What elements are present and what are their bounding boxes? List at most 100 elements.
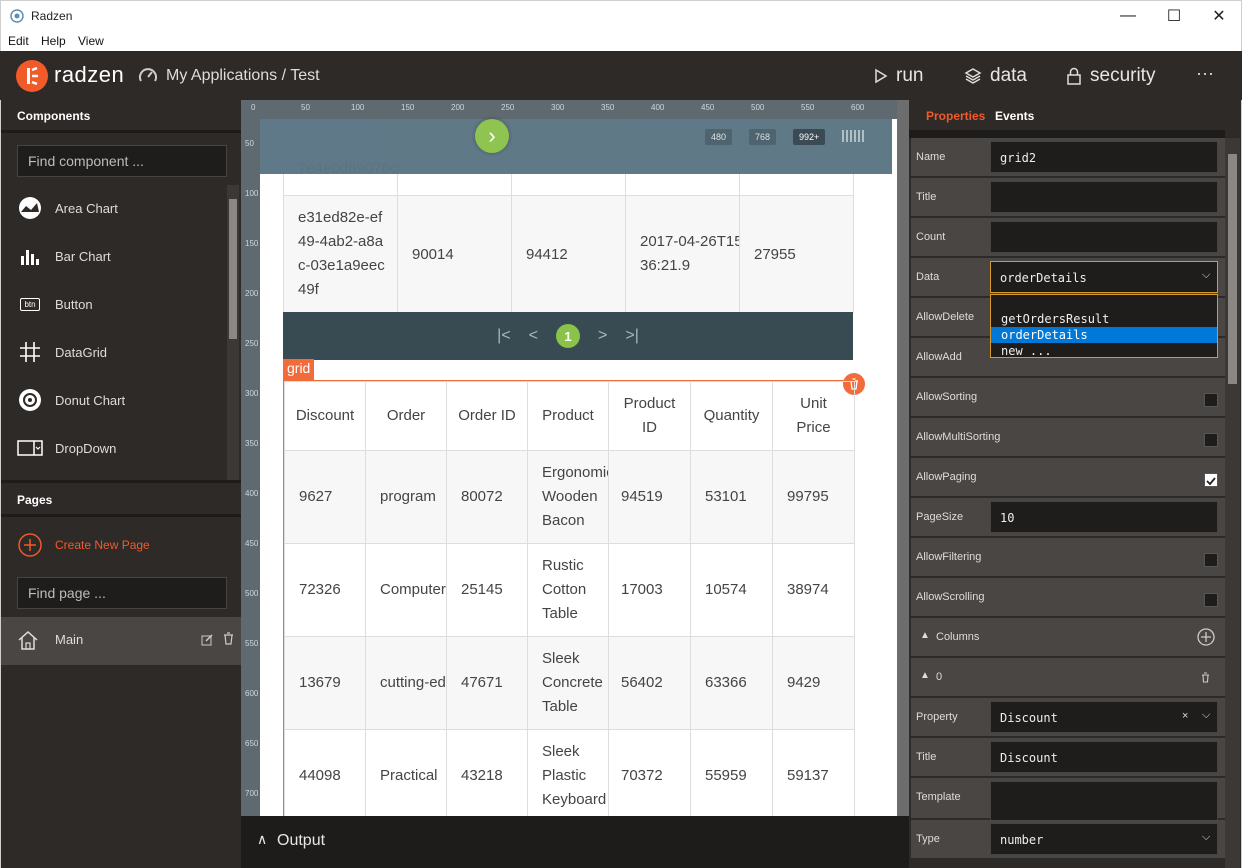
tab-properties[interactable]: Properties: [926, 109, 985, 123]
dropdown-option[interactable]: getOrdersResult: [991, 311, 1217, 327]
property-checkbox[interactable]: [1204, 433, 1218, 447]
dropdown-option[interactable]: new ...: [991, 343, 1217, 359]
menu-edit[interactable]: Edit: [8, 34, 29, 48]
property-input[interactable]: number: [990, 823, 1218, 855]
device-992-button[interactable]: 992+: [793, 129, 826, 145]
data-button[interactable]: data: [964, 65, 1027, 87]
column-header[interactable]: Discount: [284, 381, 366, 451]
donut-chart-icon: [17, 389, 43, 411]
column-header[interactable]: Unit Price: [772, 381, 855, 451]
property-checkbox[interactable]: [1204, 553, 1218, 567]
add-column-icon[interactable]: [1197, 628, 1215, 646]
column-header[interactable]: Order ID: [446, 381, 528, 451]
ruler-vertical: 50 100 150 200 250 300 350 400 450 500 550 600 650 70…: [241, 119, 260, 816]
fluid-width-icon[interactable]: [841, 128, 865, 144]
grid-tag[interactable]: grid: [283, 359, 315, 380]
property-label: AllowScrolling: [916, 591, 985, 603]
minimize-button[interactable]: —: [1105, 1, 1151, 31]
datagrid-table[interactable]: Discount Order Order ID Product Product …: [284, 381, 855, 816]
prev-page-icon[interactable]: <: [529, 327, 538, 345]
edit-icon[interactable]: [201, 633, 213, 651]
maximize-button[interactable]: ☐: [1151, 1, 1197, 31]
collapse-icon[interactable]: ▲: [920, 670, 930, 681]
component-dropdown[interactable]: DropDown: [17, 436, 116, 460]
security-button[interactable]: security: [1066, 65, 1155, 87]
column-0-section[interactable]: ▲ 0: [911, 658, 1225, 698]
first-page-icon[interactable]: |<: [497, 327, 511, 345]
property-input[interactable]: Discount: [990, 741, 1218, 773]
table-row[interactable]: 72326 Computer 25145 Rustic Cotton Table 170…: [284, 543, 855, 637]
table-cell: 38974: [772, 543, 855, 637]
close-button[interactable]: ✕: [1196, 1, 1242, 31]
breadcrumb[interactable]: My Applications / Test: [166, 67, 320, 85]
trash-icon[interactable]: [1201, 672, 1210, 683]
components-scrollbar[interactable]: [227, 185, 239, 480]
run-button[interactable]: run: [874, 65, 923, 87]
ruler-label: 200: [245, 289, 259, 298]
chevron-right-icon[interactable]: ›: [475, 119, 509, 153]
table-row[interactable]: 44098 Practical 43218 Sleek Plastic Keyboar…: [284, 729, 855, 816]
property-checkbox[interactable]: [1204, 393, 1218, 407]
clear-icon[interactable]: ×: [1182, 710, 1188, 722]
find-component-input[interactable]: Find component ...: [17, 145, 227, 177]
component-button[interactable]: btn Button: [17, 292, 93, 316]
selected-datagrid[interactable]: Discount Order Order ID Product Product …: [283, 380, 855, 816]
properties-scrollbar[interactable]: [1225, 138, 1240, 868]
dropdown-option-selected[interactable]: orderDetails: [991, 327, 1217, 343]
last-page-icon[interactable]: >|: [625, 327, 639, 345]
find-page-input[interactable]: Find page ...: [17, 577, 227, 609]
table-row[interactable]: e31ed82e-ef49-4ab2-a8ac-03e1a9eec49f 900…: [283, 195, 854, 313]
ruler-label: 550: [801, 103, 815, 112]
ruler-label: 50: [245, 139, 254, 148]
column-header[interactable]: Quantity: [690, 381, 773, 451]
property-row: Name grid2: [911, 138, 1225, 178]
ruler-label: 50: [301, 103, 310, 112]
property-checkbox[interactable]: [1204, 593, 1218, 607]
create-new-page-button[interactable]: Create New Page: [17, 533, 150, 557]
component-donut-chart[interactable]: Donut Chart: [17, 388, 125, 412]
property-input[interactable]: 10: [990, 501, 1218, 533]
page-number[interactable]: 1: [556, 324, 580, 348]
ruler-label: 350: [245, 439, 259, 448]
device-480-button[interactable]: 480: [705, 129, 733, 145]
column-header[interactable]: Product ID: [608, 381, 691, 451]
menu-view[interactable]: View: [78, 34, 104, 48]
table-row[interactable]: 9627 program 80072 Ergonomic Wooden Bacon 94…: [284, 450, 855, 544]
tab-events[interactable]: Events: [995, 109, 1034, 123]
menu-help[interactable]: Help: [41, 34, 66, 48]
column-header[interactable]: Order: [365, 381, 447, 451]
properties-panel: Properties Events Name grid2 Title Count Dat…: [909, 100, 1242, 868]
collapse-icon[interactable]: ▲: [920, 630, 930, 641]
design-canvas[interactable]: 0 50 100 150 200 250 300 350 400 450 500 550 600 50 1…: [241, 100, 909, 816]
output-panel-toggle[interactable]: ∧ Output: [241, 816, 909, 868]
property-input[interactable]: [990, 221, 1218, 253]
more-menu-icon[interactable]: ···: [1196, 63, 1214, 84]
next-page-icon[interactable]: >: [598, 327, 607, 345]
component-area-chart[interactable]: Area Chart: [17, 196, 118, 220]
page-item-main[interactable]: Main: [1, 617, 241, 665]
property-input[interactable]: [990, 181, 1218, 213]
property-input[interactable]: [990, 781, 1218, 821]
data-label: data: [990, 65, 1027, 86]
component-datagrid[interactable]: DataGrid: [17, 340, 107, 364]
ruler-label: 100: [245, 189, 259, 198]
table-row[interactable]: 13679cutting-edge47671Sleek Concrete Tab…: [284, 636, 855, 730]
property-input[interactable]: orderDetails: [990, 261, 1218, 293]
chevron-down-icon[interactable]: ⌵: [1202, 709, 1210, 722]
component-label: DropDown: [55, 440, 117, 456]
device-768-button[interactable]: 768: [749, 129, 777, 145]
table-cell: 99795: [772, 450, 855, 544]
property-label: Property: [916, 711, 958, 723]
trash-icon[interactable]: [223, 632, 234, 650]
area-chart-icon: [17, 197, 43, 219]
property-input[interactable]: grid2: [990, 141, 1218, 173]
column-index: 0: [936, 671, 943, 683]
property-label: Template: [916, 791, 961, 803]
columns-section[interactable]: ▲ Columns: [911, 618, 1225, 658]
property-checkbox[interactable]: [1204, 473, 1218, 487]
chevron-down-icon[interactable]: ⌵: [1202, 831, 1210, 844]
column-header[interactable]: Product: [527, 381, 609, 451]
component-bar-chart[interactable]: Bar Chart: [17, 244, 111, 268]
data-dropdown-list: getOrdersResult orderDetails new ...: [990, 294, 1218, 358]
chevron-down-icon[interactable]: ⌵: [1202, 269, 1210, 282]
